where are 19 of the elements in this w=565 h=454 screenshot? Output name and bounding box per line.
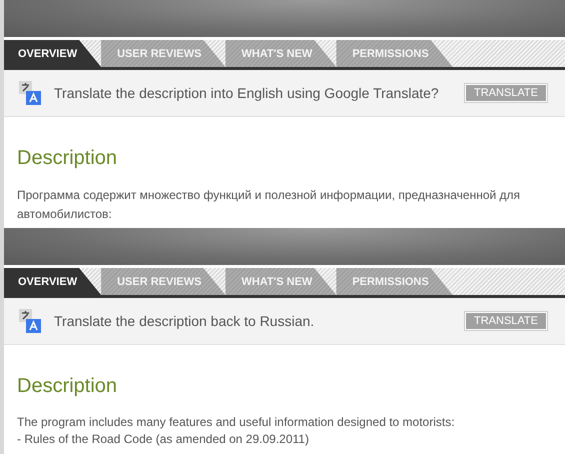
description-text: Программа содержит множество функций и полезной информации, предназначенной для автомобилистов: <box>17 187 522 223</box>
tab[interactable]: PERMISSIONS <box>336 268 453 295</box>
description-heading: Description <box>17 147 118 170</box>
translate-message: Translate the description into English using Google Translate? <box>54 85 440 101</box>
tab[interactable]: WHAT'S NEW <box>225 268 336 295</box>
translate-button[interactable]: TRANSLATE <box>465 84 547 102</box>
translate-icon <box>19 309 41 333</box>
tab[interactable]: USER REVIEWS <box>101 268 226 295</box>
tab[interactable]: WHAT'S NEW <box>225 40 336 67</box>
tab[interactable]: OVERVIEW <box>4 40 102 67</box>
description-text: - Rules of the Road Code (as amended on 29.09.2011) <box>17 431 310 448</box>
translate-icon <box>19 81 41 105</box>
description-heading: Description <box>17 375 118 398</box>
translate-message: Translate the description back to Russian. <box>54 313 316 329</box>
description-text: The program includes many features and useful information designed to motorists: <box>17 414 456 431</box>
tab[interactable]: PERMISSIONS <box>336 40 453 67</box>
translate-button[interactable]: TRANSLATE <box>465 312 547 330</box>
tab[interactable]: OVERVIEW <box>4 268 102 295</box>
tab[interactable]: USER REVIEWS <box>101 40 226 67</box>
